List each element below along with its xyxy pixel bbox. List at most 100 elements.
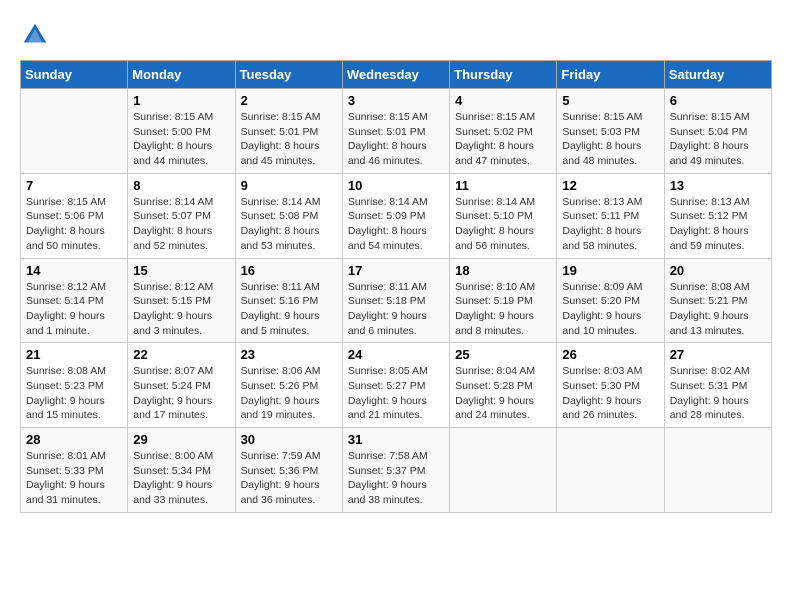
day-number: 16 <box>241 263 337 278</box>
cell-week3-day4: 18 Sunrise: 8:10 AM Sunset: 5:19 PM Dayli… <box>450 258 557 343</box>
day-info: Sunrise: 8:15 AM Sunset: 5:04 PM Dayligh… <box>670 110 766 169</box>
day-info: Sunrise: 8:08 AM Sunset: 5:23 PM Dayligh… <box>26 364 122 423</box>
day-number: 5 <box>562 93 658 108</box>
day-info: Sunrise: 8:07 AM Sunset: 5:24 PM Dayligh… <box>133 364 229 423</box>
week-row-1: 1 Sunrise: 8:15 AM Sunset: 5:00 PM Daylig… <box>21 89 772 174</box>
cell-week4-day3: 24Sunrise: 8:05 AM Sunset: 5:27 PM Dayli… <box>342 343 449 428</box>
day-number: 28 <box>26 432 122 447</box>
cell-week2-day3: 10 Sunrise: 8:14 AM Sunset: 5:09 PM Dayli… <box>342 173 449 258</box>
cell-week3-day0: 14 Sunrise: 8:12 AM Sunset: 5:14 PM Dayli… <box>21 258 128 343</box>
day-number: 29 <box>133 432 229 447</box>
header-saturday: Saturday <box>664 61 771 89</box>
logo <box>20 20 54 50</box>
cell-week2-day4: 11Sunrise: 8:14 AM Sunset: 5:10 PM Dayli… <box>450 173 557 258</box>
calendar-table: Sunday Monday Tuesday Wednesday Thursday… <box>20 60 772 513</box>
day-info: Sunrise: 8:14 AM Sunset: 5:08 PM Dayligh… <box>241 195 337 254</box>
cell-week1-day0 <box>21 89 128 174</box>
day-number: 12 <box>562 178 658 193</box>
cell-week5-day1: 29 Sunrise: 8:00 AM Sunset: 5:34 PM Dayli… <box>128 428 235 513</box>
day-number: 3 <box>348 93 444 108</box>
day-number: 13 <box>670 178 766 193</box>
day-number: 1 <box>133 93 229 108</box>
day-info: Sunrise: 8:14 AM Sunset: 5:09 PM Dayligh… <box>348 195 444 254</box>
day-number: 14 <box>26 263 122 278</box>
week-row-3: 14 Sunrise: 8:12 AM Sunset: 5:14 PM Dayli… <box>21 258 772 343</box>
day-info: Sunrise: 8:15 AM Sunset: 5:01 PM Dayligh… <box>241 110 337 169</box>
day-number: 30 <box>241 432 337 447</box>
header-monday: Monday <box>128 61 235 89</box>
day-number: 6 <box>670 93 766 108</box>
cell-week1-day4: 4Sunrise: 8:15 AM Sunset: 5:02 PM Daylig… <box>450 89 557 174</box>
day-number: 26 <box>562 347 658 362</box>
day-number: 22 <box>133 347 229 362</box>
cell-week4-day4: 25Sunrise: 8:04 AM Sunset: 5:28 PM Dayli… <box>450 343 557 428</box>
cell-week2-day6: 13 Sunrise: 8:13 AM Sunset: 5:12 PM Dayli… <box>664 173 771 258</box>
cell-week1-day3: 3 Sunrise: 8:15 AM Sunset: 5:01 PM Daylig… <box>342 89 449 174</box>
day-info: Sunrise: 8:01 AM Sunset: 5:33 PM Dayligh… <box>26 449 122 508</box>
day-number: 18 <box>455 263 551 278</box>
cell-week4-day2: 23 Sunrise: 8:06 AM Sunset: 5:26 PM Dayli… <box>235 343 342 428</box>
day-number: 21 <box>26 347 122 362</box>
cell-week4-day1: 22 Sunrise: 8:07 AM Sunset: 5:24 PM Dayli… <box>128 343 235 428</box>
cell-week2-day1: 8Sunrise: 8:14 AM Sunset: 5:07 PM Daylig… <box>128 173 235 258</box>
cell-week1-day2: 2 Sunrise: 8:15 AM Sunset: 5:01 PM Daylig… <box>235 89 342 174</box>
day-info: Sunrise: 8:00 AM Sunset: 5:34 PM Dayligh… <box>133 449 229 508</box>
week-row-5: 28 Sunrise: 8:01 AM Sunset: 5:33 PM Dayli… <box>21 428 772 513</box>
day-info: Sunrise: 8:12 AM Sunset: 5:14 PM Dayligh… <box>26 280 122 339</box>
day-info: Sunrise: 8:15 AM Sunset: 5:00 PM Dayligh… <box>133 110 229 169</box>
header <box>20 20 772 50</box>
day-info: Sunrise: 7:58 AM Sunset: 5:37 PM Dayligh… <box>348 449 444 508</box>
calendar-header: Sunday Monday Tuesday Wednesday Thursday… <box>21 61 772 89</box>
logo-icon <box>20 20 50 50</box>
cell-week5-day3: 31 Sunrise: 7:58 AM Sunset: 5:37 PM Dayli… <box>342 428 449 513</box>
day-info: Sunrise: 8:11 AM Sunset: 5:18 PM Dayligh… <box>348 280 444 339</box>
cell-week1-day1: 1 Sunrise: 8:15 AM Sunset: 5:00 PM Daylig… <box>128 89 235 174</box>
day-info: Sunrise: 8:04 AM Sunset: 5:28 PM Dayligh… <box>455 364 551 423</box>
header-friday: Friday <box>557 61 664 89</box>
week-row-2: 7 Sunrise: 8:15 AM Sunset: 5:06 PM Daylig… <box>21 173 772 258</box>
cell-week4-day5: 26 Sunrise: 8:03 AM Sunset: 5:30 PM Dayli… <box>557 343 664 428</box>
cell-week2-day0: 7 Sunrise: 8:15 AM Sunset: 5:06 PM Daylig… <box>21 173 128 258</box>
day-number: 15 <box>133 263 229 278</box>
day-info: Sunrise: 7:59 AM Sunset: 5:36 PM Dayligh… <box>241 449 337 508</box>
day-info: Sunrise: 8:03 AM Sunset: 5:30 PM Dayligh… <box>562 364 658 423</box>
day-number: 20 <box>670 263 766 278</box>
cell-week5-day4 <box>450 428 557 513</box>
day-info: Sunrise: 8:15 AM Sunset: 5:03 PM Dayligh… <box>562 110 658 169</box>
day-number: 2 <box>241 93 337 108</box>
cell-week2-day5: 12 Sunrise: 8:13 AM Sunset: 5:11 PM Dayli… <box>557 173 664 258</box>
header-wednesday: Wednesday <box>342 61 449 89</box>
header-tuesday: Tuesday <box>235 61 342 89</box>
cell-week1-day6: 6 Sunrise: 8:15 AM Sunset: 5:04 PM Daylig… <box>664 89 771 174</box>
day-number: 19 <box>562 263 658 278</box>
cell-week4-day6: 27Sunrise: 8:02 AM Sunset: 5:31 PM Dayli… <box>664 343 771 428</box>
cell-week5-day2: 30 Sunrise: 7:59 AM Sunset: 5:36 PM Dayli… <box>235 428 342 513</box>
cell-week1-day5: 5 Sunrise: 8:15 AM Sunset: 5:03 PM Daylig… <box>557 89 664 174</box>
day-info: Sunrise: 8:13 AM Sunset: 5:12 PM Dayligh… <box>670 195 766 254</box>
cell-week3-day6: 20 Sunrise: 8:08 AM Sunset: 5:21 PM Dayli… <box>664 258 771 343</box>
day-info: Sunrise: 8:08 AM Sunset: 5:21 PM Dayligh… <box>670 280 766 339</box>
cell-week2-day2: 9Sunrise: 8:14 AM Sunset: 5:08 PM Daylig… <box>235 173 342 258</box>
cell-week5-day6 <box>664 428 771 513</box>
header-thursday: Thursday <box>450 61 557 89</box>
cell-week3-day5: 19 Sunrise: 8:09 AM Sunset: 5:20 PM Dayli… <box>557 258 664 343</box>
day-info: Sunrise: 8:15 AM Sunset: 5:06 PM Dayligh… <box>26 195 122 254</box>
day-info: Sunrise: 8:10 AM Sunset: 5:19 PM Dayligh… <box>455 280 551 339</box>
cell-week5-day0: 28 Sunrise: 8:01 AM Sunset: 5:33 PM Dayli… <box>21 428 128 513</box>
day-number: 23 <box>241 347 337 362</box>
week-row-4: 21 Sunrise: 8:08 AM Sunset: 5:23 PM Dayli… <box>21 343 772 428</box>
day-info: Sunrise: 8:13 AM Sunset: 5:11 PM Dayligh… <box>562 195 658 254</box>
day-number: 27 <box>670 347 766 362</box>
day-info: Sunrise: 8:15 AM Sunset: 5:01 PM Dayligh… <box>348 110 444 169</box>
day-info: Sunrise: 8:06 AM Sunset: 5:26 PM Dayligh… <box>241 364 337 423</box>
day-number: 31 <box>348 432 444 447</box>
header-row: Sunday Monday Tuesday Wednesday Thursday… <box>21 61 772 89</box>
day-info: Sunrise: 8:09 AM Sunset: 5:20 PM Dayligh… <box>562 280 658 339</box>
calendar-body: 1 Sunrise: 8:15 AM Sunset: 5:00 PM Daylig… <box>21 89 772 513</box>
day-number: 10 <box>348 178 444 193</box>
day-number: 4 <box>455 93 551 108</box>
cell-week3-day3: 17Sunrise: 8:11 AM Sunset: 5:18 PM Dayli… <box>342 258 449 343</box>
day-number: 8 <box>133 178 229 193</box>
day-number: 7 <box>26 178 122 193</box>
day-number: 11 <box>455 178 551 193</box>
